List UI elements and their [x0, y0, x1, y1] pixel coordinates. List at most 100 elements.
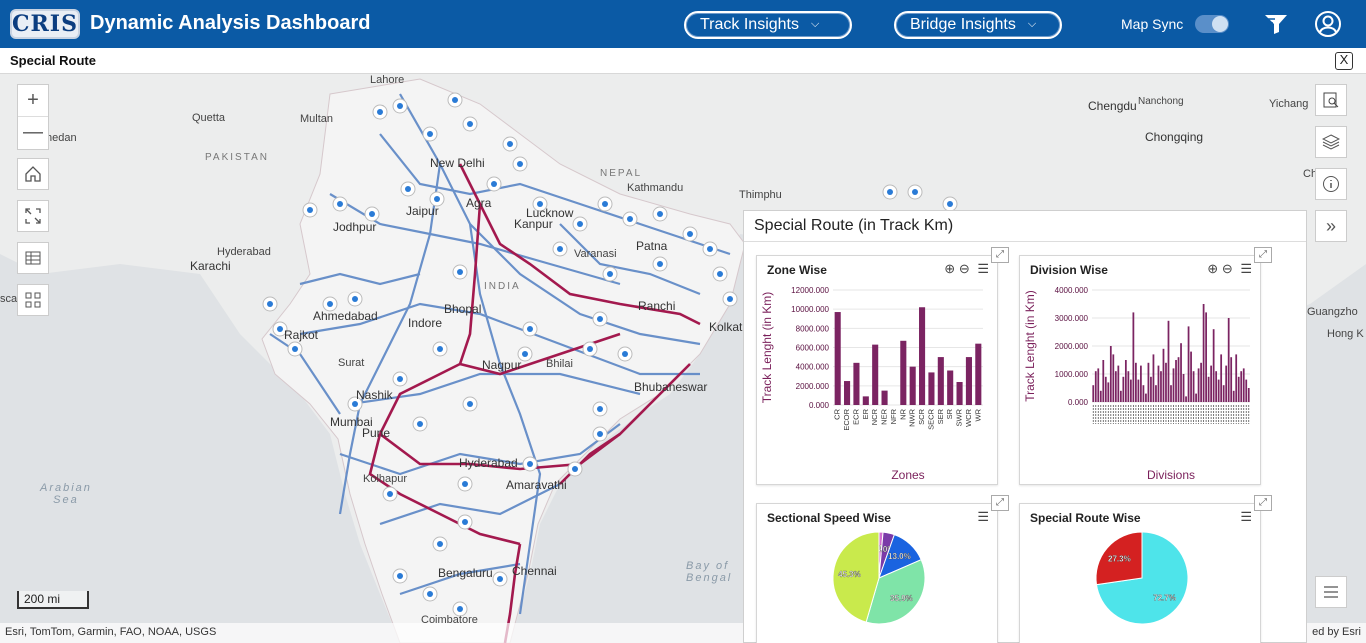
map-label-nepal: NEPAL — [600, 168, 643, 179]
zoom-in-circle-icon[interactable]: ⊕ — [944, 261, 955, 276]
search-doc-icon[interactable] — [1315, 84, 1347, 116]
bar — [1147, 362, 1150, 402]
legend-list-icon[interactable]: ☰ — [1240, 509, 1252, 524]
map-label-chongqing: Chongqing — [1145, 130, 1204, 144]
bar — [1150, 376, 1152, 402]
bar — [1240, 371, 1243, 402]
zoom-control: + — — [17, 84, 49, 150]
expand-icon[interactable]: ⤢ — [991, 247, 1009, 263]
map-label-new-delhi: New Delhi — [430, 156, 485, 170]
info-icon[interactable] — [1315, 168, 1347, 200]
map-label-kolkata: Kolkat — [709, 320, 743, 334]
bar — [1210, 365, 1213, 402]
legend-list-icon[interactable]: ☰ — [1240, 261, 1252, 276]
map-label-hyderabad-pk: Hyderabad — [217, 246, 271, 258]
bar — [928, 372, 935, 405]
bar — [1175, 360, 1177, 402]
fullscreen-icon[interactable] — [17, 200, 49, 232]
bar — [1185, 396, 1187, 402]
division-wise-title: Division Wise — [1030, 263, 1108, 277]
map-sync-toggle[interactable] — [1195, 15, 1229, 33]
y-tick-label: 8000.000 — [796, 324, 830, 333]
bar — [1132, 312, 1135, 402]
bar — [872, 344, 879, 405]
map-label-varanasi: Varanasi — [574, 248, 617, 260]
cris-logo: CRIS — [10, 9, 80, 39]
map-label-india: INDIA — [484, 281, 521, 292]
map-view[interactable]: Lahore Quetta Multan PAKISTAN hedan New … — [0, 74, 1366, 643]
map-label-nashik: Nashik — [356, 388, 393, 402]
bar — [1112, 354, 1115, 402]
track-insights-dropdown[interactable]: Track Insights ⌵ — [684, 11, 852, 39]
y-tick-label: 12000.000 — [791, 286, 829, 295]
x-tick-label: ECOR — [842, 408, 851, 430]
bar — [1102, 360, 1105, 402]
zone-wise-card: Zone Wise ⊕ ⊖ ☰ 0.000 2000.000 4000.000 600… — [756, 255, 998, 485]
bar — [1215, 371, 1218, 402]
bar — [1104, 376, 1107, 402]
zoom-in-icon[interactable]: + — [18, 85, 48, 117]
x-tick-label: SR — [945, 408, 954, 419]
bar — [1180, 343, 1182, 402]
list-icon[interactable] — [1315, 576, 1347, 608]
zoom-in-circle-icon[interactable]: ⊕ — [1207, 261, 1218, 276]
layers-icon[interactable] — [1315, 126, 1347, 158]
y-tick-label: 1000.000 — [1055, 370, 1089, 379]
map-label-surat: Surat — [338, 357, 365, 369]
map-label-multan: Multan — [300, 113, 334, 125]
bar — [1170, 385, 1172, 402]
zone-wise-chart: 0.000 2000.000 4000.000 6000.000 8000.000 100… — [760, 286, 983, 482]
sectional-speed-card: Sectional Speed Wise ☰ 1.4% 4.0% 13.0% 35.9… — [756, 503, 998, 643]
map-label-agra: Agra — [466, 196, 492, 210]
bar — [1127, 371, 1130, 402]
map-label-yichang: Yichang — [1269, 98, 1309, 110]
close-button[interactable]: X — [1335, 52, 1353, 70]
legend-list-icon[interactable]: ☰ — [977, 509, 989, 524]
table-icon[interactable] — [17, 242, 49, 274]
bar — [1192, 371, 1195, 402]
bar — [937, 357, 944, 405]
y-tick-label: 6000.000 — [796, 344, 830, 353]
special-route-title: Special Route — [10, 53, 96, 68]
bar — [1172, 368, 1175, 402]
y-tick-label: 0.000 — [809, 401, 830, 410]
bar — [1190, 351, 1192, 402]
user-circle-icon[interactable] — [1314, 10, 1342, 38]
map-label-indore: Indore — [408, 316, 443, 330]
bar — [947, 370, 954, 405]
bar — [1160, 371, 1162, 402]
bar — [1237, 376, 1240, 402]
home-icon[interactable] — [17, 158, 49, 190]
bar — [1145, 393, 1147, 402]
y-axis-label: Track Lenght (in Km) — [1023, 290, 1037, 402]
bridge-insights-dropdown[interactable]: Bridge Insights ⌵ — [894, 11, 1062, 39]
map-sync-label: Map Sync — [1121, 16, 1184, 32]
map-label-hyderabad: Hyderabad — [459, 456, 518, 470]
map-label-kanpur: Kanpur — [514, 217, 553, 231]
expand-icon[interactable]: ⤢ — [1254, 247, 1272, 263]
qr-grid-icon[interactable] — [17, 284, 49, 316]
map-label-nagpur: Nagpur — [482, 358, 522, 372]
bar — [1232, 390, 1235, 402]
bar — [1137, 379, 1140, 402]
bar — [1094, 371, 1097, 402]
map-label-kathmandu: Kathmandu — [627, 182, 684, 194]
legend-list-icon[interactable]: ☰ — [977, 261, 989, 276]
map-label-arabian-sea: Arabian Sea — [40, 482, 92, 506]
map-label-pakistan: PAKISTAN — [205, 152, 269, 163]
x-tick-label: SER — [936, 408, 945, 424]
bar — [965, 357, 972, 405]
zoom-out-icon[interactable]: — — [18, 117, 48, 149]
zoom-out-circle-icon[interactable]: ⊖ — [959, 261, 970, 276]
expand-icon[interactable]: ⤢ — [1254, 495, 1272, 511]
x-tick-label: NFR — [889, 408, 898, 424]
card-tools: ⊕ ⊖ ☰ — [944, 261, 989, 277]
app-header: CRIS Dynamic Analysis Dashboard Track In… — [0, 0, 1366, 48]
zoom-out-circle-icon[interactable]: ⊖ — [1222, 261, 1233, 276]
double-chevron-right-icon[interactable]: » — [1315, 210, 1347, 242]
x-tick-label: SWR — [955, 408, 964, 426]
filter-icon[interactable] — [1263, 12, 1289, 36]
bar — [1202, 304, 1205, 402]
map-label-ahmedabad: Ahmedabad — [313, 309, 378, 323]
expand-icon[interactable]: ⤢ — [991, 495, 1009, 511]
